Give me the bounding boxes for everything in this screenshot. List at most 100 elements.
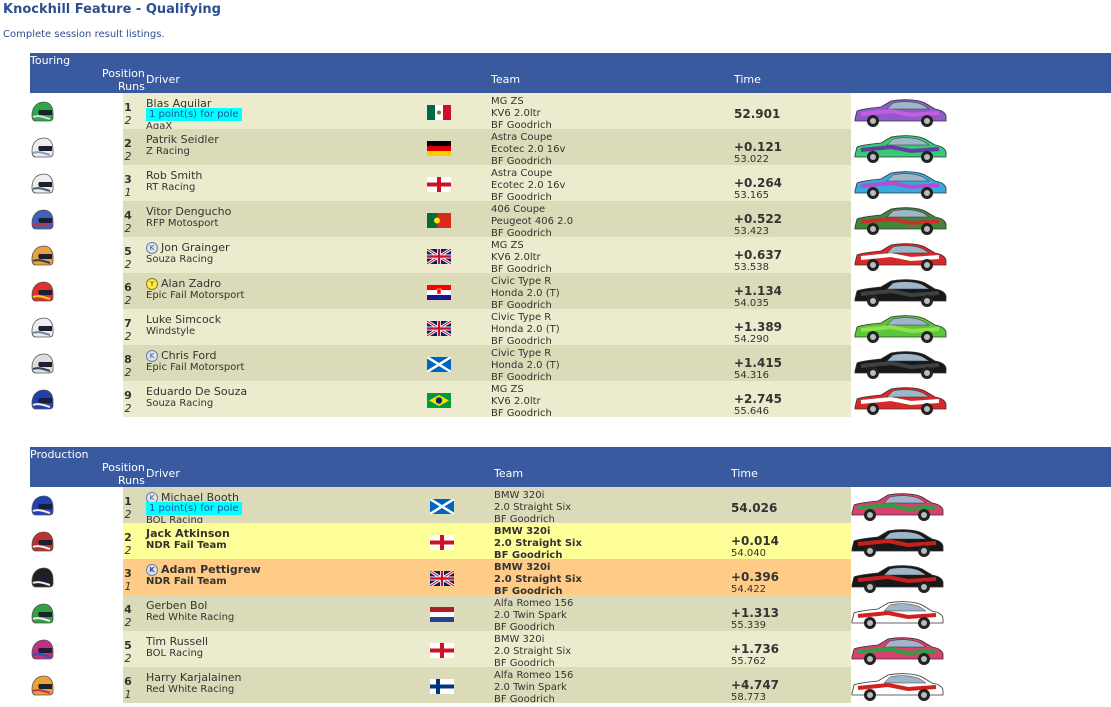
driver-name[interactable]: Harry Karjalainen xyxy=(146,671,242,684)
car-model: BMW 320i xyxy=(494,562,551,573)
page-title: Knockhill Feature - Qualifying xyxy=(3,2,221,17)
time-gap: +0.264 xyxy=(734,176,783,190)
car-tyres: BF Goodrich xyxy=(494,694,555,705)
helmet-icon xyxy=(30,281,54,303)
runs: 2 xyxy=(124,258,132,271)
uk-flag-icon xyxy=(429,569,455,588)
driver-name-text: Patrik Seidler xyxy=(146,133,219,146)
table-row: 9 2 Eduardo De Souza Souza Racing MG ZS KV6 2… xyxy=(30,381,1111,420)
driver-name[interactable]: K Chris Ford xyxy=(146,349,216,362)
time-gap: +0.396 xyxy=(731,570,780,584)
time-gap: +1.389 xyxy=(734,320,783,334)
car-livery-icon xyxy=(851,385,949,417)
driver-name[interactable]: Vitor Dengucho xyxy=(146,205,231,218)
header-team: Team xyxy=(494,467,524,480)
license-badge-icon: K xyxy=(146,350,158,362)
lap-time: 54.290 xyxy=(734,334,769,345)
license-badge-icon: K xyxy=(146,242,158,254)
car-engine: KV6 2.0ltr xyxy=(491,108,541,119)
driver-name[interactable]: Gerben Bol xyxy=(146,599,207,612)
driver-name[interactable]: Y Alan Zadro xyxy=(146,277,221,290)
header-position: Position xyxy=(102,67,145,80)
driver-name[interactable]: K Jon Grainger xyxy=(146,241,230,254)
driver-name-text: Jon Grainger xyxy=(161,241,230,254)
scotland-flag-icon xyxy=(429,497,455,516)
table-row: 4 2 Vitor Dengucho RFP Motosport 406 Coupe Pe… xyxy=(30,201,1111,239)
lap-time: 58.773 xyxy=(731,692,766,703)
driver-name-text: Eduardo De Souza xyxy=(146,385,248,398)
page-subtitle: Complete session result listings. xyxy=(3,29,165,40)
helmet-icon xyxy=(30,639,54,661)
car-livery-icon xyxy=(851,205,949,237)
runs: 2 xyxy=(124,222,132,235)
helmet-icon xyxy=(30,101,54,123)
car-livery-icon xyxy=(851,349,949,381)
driver-name-text: Harry Karjalainen xyxy=(146,671,242,684)
table-row: 6 1 Harry Karjalainen Red White Racing Alfa … xyxy=(30,667,1111,706)
lap-time: 54.316 xyxy=(734,370,769,381)
car-model: BMW 320i xyxy=(494,490,545,501)
driver-team-tag: Souza Racing xyxy=(146,254,214,265)
time-gap: +2.745 xyxy=(734,392,783,406)
table-row: 5 2 Tim Russell BOL Racing BMW 320i 2.0 Strai… xyxy=(30,631,1111,669)
position: 8 xyxy=(124,353,132,366)
driver-name[interactable]: Jack Atkinson xyxy=(146,527,230,540)
runs: 1 xyxy=(124,186,132,199)
car-livery-icon xyxy=(848,671,946,703)
helmet-icon xyxy=(30,317,54,339)
car-engine: 2.0 Twin Spark xyxy=(494,682,567,693)
car-livery-icon xyxy=(851,241,949,273)
car-engine: 2.0 Twin Spark xyxy=(494,610,567,621)
position: 1 xyxy=(124,101,132,114)
team-car-info: Civic Type R Honda 2.0 (T) BF Goodrich xyxy=(491,312,560,348)
driver-name-text: Adam Pettigrew xyxy=(161,563,261,576)
scotland-flag-icon xyxy=(426,355,452,374)
runs: 2 xyxy=(124,150,132,163)
team-car-info: MG ZS KV6 2.0ltr BF Goodrich xyxy=(491,384,552,420)
driver-name[interactable]: Tim Russell xyxy=(146,635,208,648)
car-livery-icon xyxy=(848,635,946,667)
position: 4 xyxy=(124,209,132,222)
team-car-info: Alfa Romeo 156 2.0 Twin Spark BF Goodrich xyxy=(494,670,573,706)
car-engine: KV6 2.0ltr xyxy=(491,252,541,263)
lap-time: 55.762 xyxy=(731,656,766,667)
driver-name[interactable]: Luke Simcock xyxy=(146,313,221,326)
helmet-icon xyxy=(30,603,54,625)
team-car-info: Astra Coupe Ecotec 2.0 16v BF Goodrich xyxy=(491,132,565,168)
driver-team-tag: BOL Racing xyxy=(146,648,204,659)
header-team: Team xyxy=(491,73,521,86)
time-gap: +1.736 xyxy=(731,642,780,656)
car-livery-icon xyxy=(848,563,946,595)
driver-name[interactable]: Rob Smith xyxy=(146,169,202,182)
helmet-icon xyxy=(30,137,54,159)
header-runs: Runs xyxy=(118,474,145,487)
table-row: 3 1 K Adam Pettigrew NDR Fail Team BMW 320i 2.… xyxy=(30,559,1111,597)
car-model: MG ZS xyxy=(491,96,524,107)
croatia-flag-icon xyxy=(427,285,451,300)
lap-time: 53.165 xyxy=(734,190,769,201)
section-production: Production Position Runs Driver Team Tim… xyxy=(30,447,1111,705)
car-livery-icon xyxy=(851,313,949,345)
car-engine: Ecotec 2.0 16v xyxy=(491,180,566,191)
time-gap: +0.121 xyxy=(734,140,783,154)
table-row: 2 2 Jack Atkinson NDR Fail Team BMW 320i 2.0 … xyxy=(30,523,1111,561)
header-time: Time xyxy=(731,467,758,480)
driver-team-tag: RT Racing xyxy=(146,182,196,193)
time-gap: 52.901 xyxy=(734,107,781,121)
car-model: BMW 320i xyxy=(494,634,545,645)
helmet-icon xyxy=(30,209,54,231)
car-engine: 2.0 Straight Six xyxy=(494,538,582,549)
driver-name[interactable]: Patrik Seidler xyxy=(146,133,219,146)
time-gap: +0.637 xyxy=(734,248,783,262)
runs: 2 xyxy=(124,544,132,557)
driver-name-text: Rob Smith xyxy=(146,169,203,182)
car-livery-icon xyxy=(851,169,949,201)
driver-team-tag: RFP Motosport xyxy=(146,218,219,229)
helmet-icon xyxy=(30,245,54,267)
driver-name-text: Luke Simcock xyxy=(146,313,222,326)
car-model: MG ZS xyxy=(491,240,524,251)
table-row: 2 2 Patrik Seidler Z Racing Astra Coupe Ecote… xyxy=(30,129,1111,168)
driver-name[interactable]: Eduardo De Souza xyxy=(146,385,247,398)
driver-name[interactable]: K Adam Pettigrew xyxy=(146,563,261,576)
helmet-icon xyxy=(30,567,54,589)
